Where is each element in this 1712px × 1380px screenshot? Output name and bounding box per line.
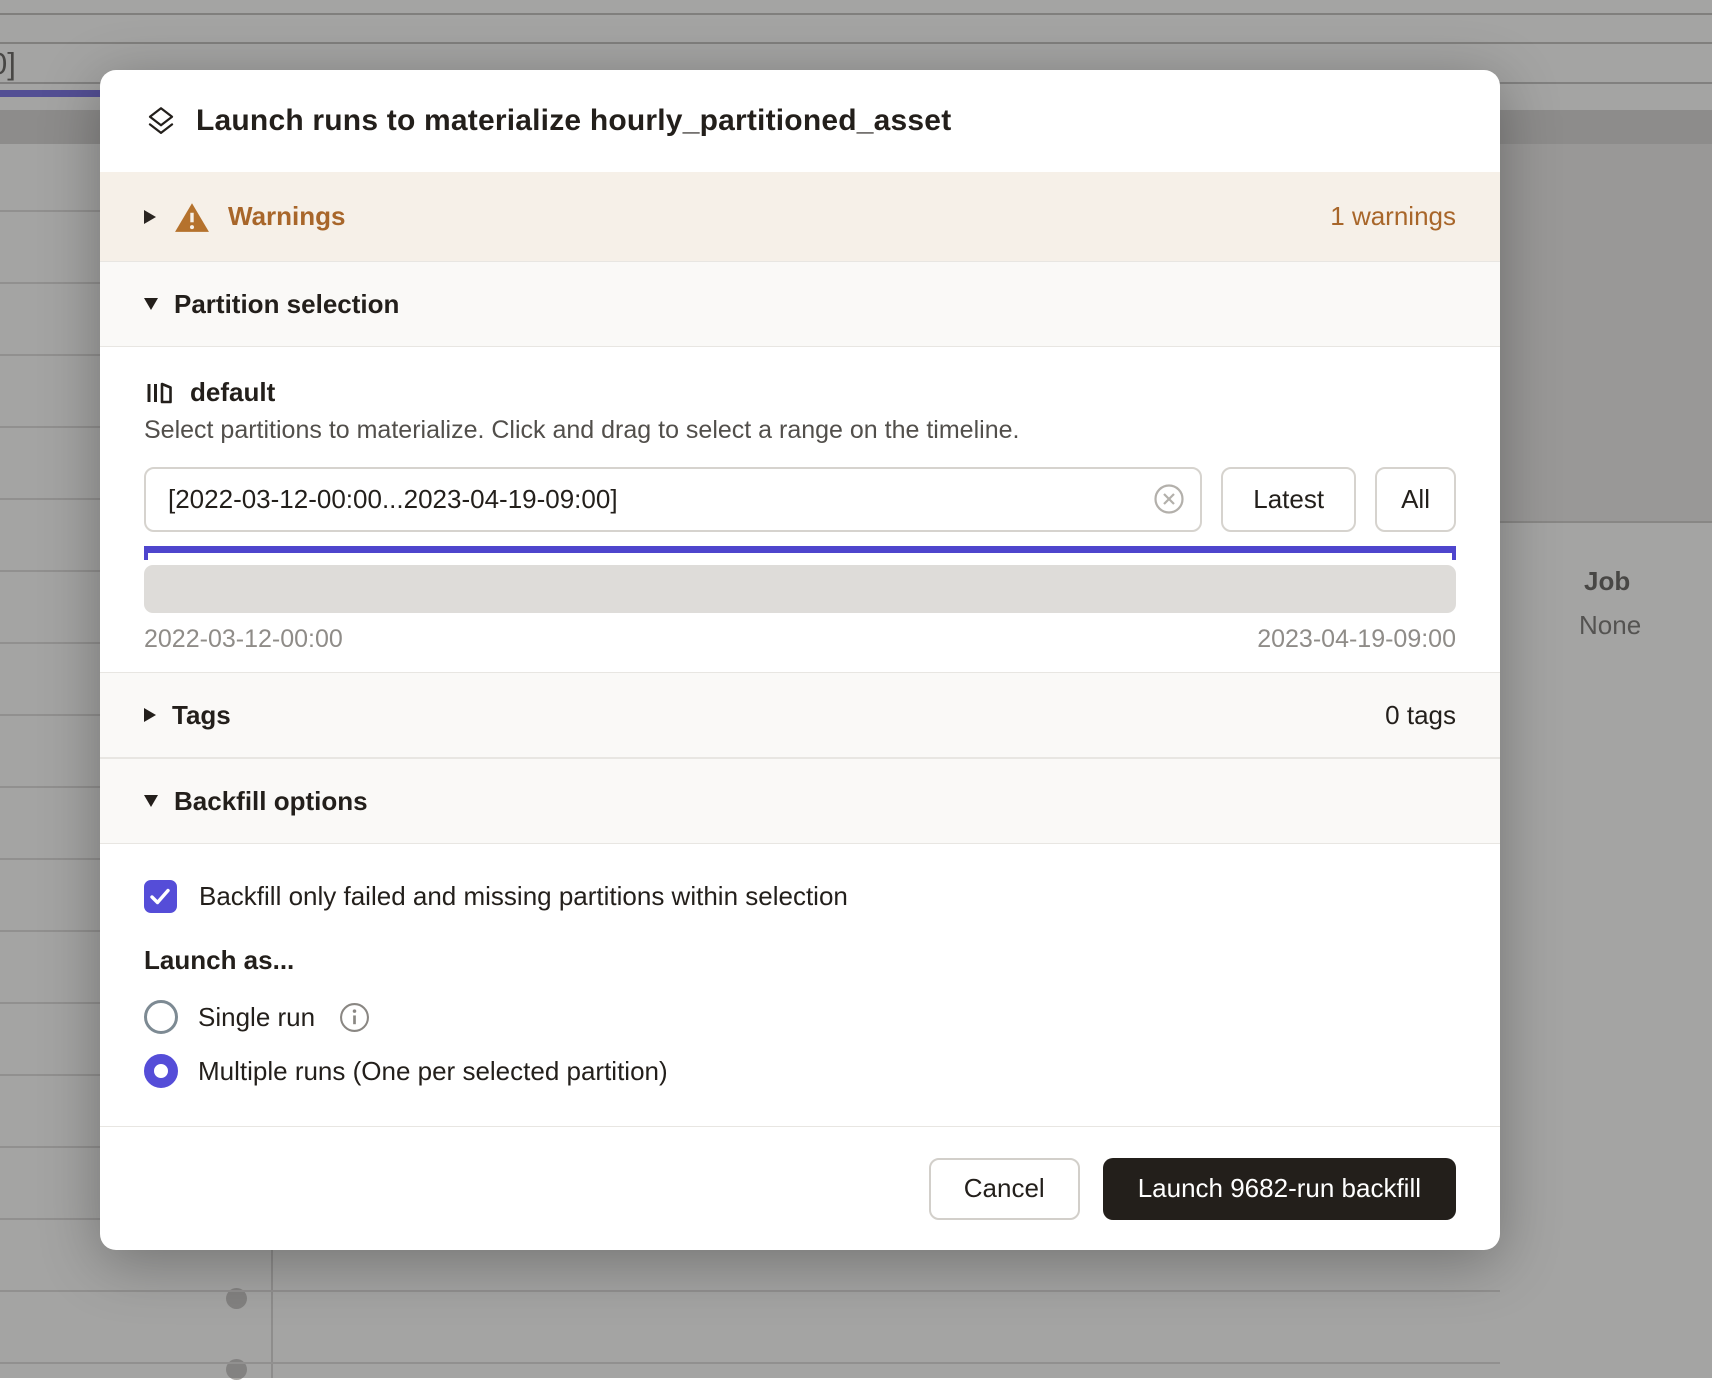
warnings-section-header[interactable]: Warnings 1 warnings [100,172,1500,261]
tags-section-header[interactable]: Tags 0 tags [100,672,1500,758]
dialog-title: Launch runs to materialize hourly_partit… [196,104,951,138]
warnings-count: 1 warnings [1330,201,1456,232]
clear-selection-icon[interactable] [1152,482,1186,516]
partition-range-input[interactable] [144,467,1202,532]
partition-selection-description: Select partitions to materialize. Click … [144,416,1456,445]
partition-dimension-name: default [190,377,275,408]
multiple-runs-label: Multiple runs (One per selected partitio… [198,1056,668,1087]
partition-selection-content: default Select partitions to materialize… [100,347,1500,672]
timeline-end-label: 2023-04-19-09:00 [1257,625,1456,654]
backfill-checkbox-label: Backfill only failed and missing partiti… [199,881,848,912]
single-run-radio[interactable]: Single run [144,996,1456,1038]
partition-selection-title: Partition selection [174,289,399,320]
radio-circle [144,1000,178,1034]
info-icon[interactable] [339,1002,370,1033]
all-button[interactable]: All [1375,467,1456,532]
backfill-options-content: Backfill only failed and missing partiti… [100,844,1500,1126]
cancel-button[interactable]: Cancel [929,1158,1080,1220]
backfill-options-section-header[interactable]: Backfill options [100,758,1500,844]
tags-count: 0 tags [1385,700,1456,731]
materialize-layers-icon [144,104,178,138]
partition-selection-section-header[interactable]: Partition selection [100,261,1500,347]
chevron-right-icon [144,708,156,722]
multiple-runs-radio[interactable]: Multiple runs (One per selected partitio… [144,1050,1456,1092]
single-run-label: Single run [198,1002,315,1033]
launch-backfill-button[interactable]: Launch 9682-run backfill [1103,1158,1456,1220]
warnings-label: Warnings [228,201,345,232]
chevron-down-icon [144,298,158,310]
chevron-down-icon [144,795,158,807]
launch-backfill-dialog: Launch runs to materialize hourly_partit… [100,70,1500,1250]
warning-triangle-icon [174,201,210,233]
partition-range-field [144,467,1202,532]
timeline-start-label: 2022-03-12-00:00 [144,625,343,654]
partition-timeline[interactable] [144,565,1456,613]
launch-as-label: Launch as... [144,945,1456,976]
tags-title: Tags [172,700,231,731]
backfill-options-title: Backfill options [174,786,368,817]
backfill-checkbox[interactable] [144,880,177,913]
dialog-footer: Cancel Launch 9682-run backfill [100,1126,1500,1250]
latest-button[interactable]: Latest [1221,467,1356,532]
timeline-selection-bracket [144,546,1456,560]
dialog-header: Launch runs to materialize hourly_partit… [100,70,1500,172]
partition-set-icon [144,378,174,408]
radio-circle [144,1054,178,1088]
chevron-right-icon [144,210,156,224]
